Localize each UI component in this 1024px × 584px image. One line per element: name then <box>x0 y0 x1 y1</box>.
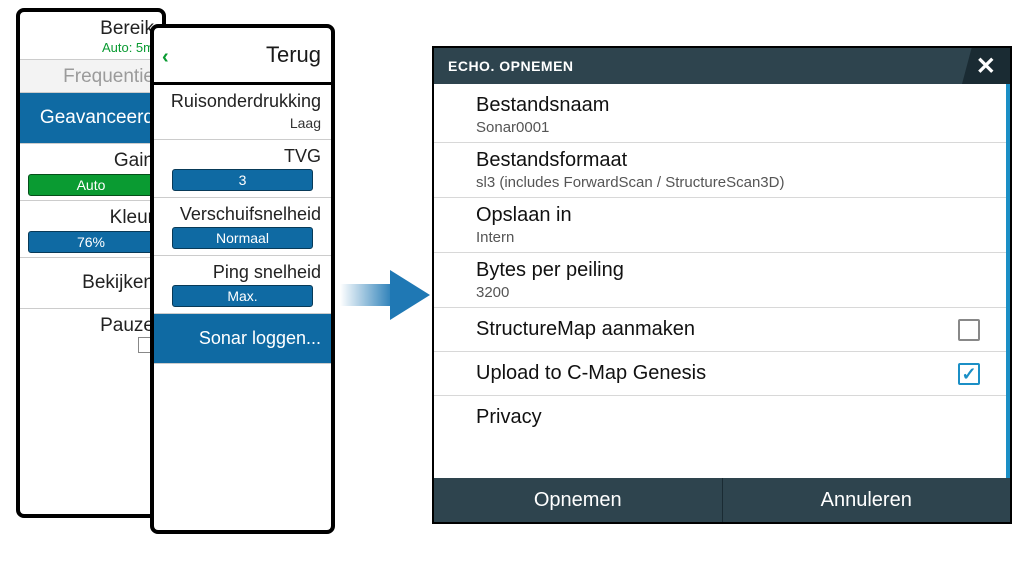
label: TVG <box>164 146 321 167</box>
submenu-tvg[interactable]: TVG 3 <box>154 140 331 198</box>
value: Sonar0001 <box>476 119 980 136</box>
record-button[interactable]: Opnemen <box>434 478 723 522</box>
close-button[interactable]: ✕ <box>962 48 1010 84</box>
checkbox-icon[interactable] <box>958 363 980 385</box>
label: Annuleren <box>821 489 912 512</box>
main-menu-panel: Bereik Auto: 5m Frequentie Geavanceerd G… <box>16 8 166 518</box>
checkbox-structuremap[interactable]: StructureMap aanmaken <box>434 308 1010 352</box>
label: Bestandsnaam <box>476 94 980 117</box>
kleur-value-pill: 76% <box>28 231 154 253</box>
checkbox-icon[interactable] <box>958 319 980 341</box>
label: Frequentie <box>63 66 154 87</box>
submenu-sonar-loggen[interactable]: Sonar loggen... <box>154 314 331 364</box>
label: Gain <box>114 150 154 171</box>
menu-item-pauze[interactable]: Pauze <box>20 309 162 363</box>
bereik-sub: Auto: 5m <box>28 40 154 55</box>
value: 3200 <box>476 284 980 301</box>
dialog-footer: Opnemen Annuleren <box>434 478 1010 522</box>
label: Upload to C-Map Genesis <box>476 362 706 385</box>
gain-value-pill: Auto <box>28 174 154 196</box>
field-bytes-per-peiling[interactable]: Bytes per peiling 3200 <box>434 253 1010 308</box>
label: Bekijken <box>82 272 154 293</box>
field-privacy[interactable]: Privacy <box>434 396 1010 439</box>
dialog-body: Bestandsnaam Sonar0001 Bestandsformaat s… <box>434 84 1010 478</box>
label: Opslaan in <box>476 204 980 227</box>
menu-item-geavanceerd[interactable]: Geavanceerd <box>20 93 162 144</box>
menu-item-gain[interactable]: Gain Auto <box>20 144 162 201</box>
label: Geavanceerd <box>40 107 154 128</box>
flow-arrow-icon <box>340 270 435 320</box>
submenu-verschuifsnelheid[interactable]: Verschuifsnelheid Normaal <box>154 198 331 256</box>
label: Verschuifsnelheid <box>164 204 321 225</box>
field-opslaan-in[interactable]: Opslaan in Intern <box>434 198 1010 253</box>
label: Opnemen <box>534 489 622 512</box>
label: Bytes per peiling <box>476 259 980 282</box>
menu-item-frequentie[interactable]: Frequentie <box>20 60 162 93</box>
field-bestandsnaam[interactable]: Bestandsnaam Sonar0001 <box>434 88 1010 143</box>
dialog-title: ECHO. OPNEMEN <box>448 58 574 74</box>
chevron-left-icon: ‹ <box>162 46 169 69</box>
advanced-submenu-panel: ‹ Terug Ruisonderdrukking Laag TVG 3 Ver… <box>150 24 335 534</box>
echo-record-dialog: ECHO. OPNEMEN ✕ Bestandsnaam Sonar0001 B… <box>432 46 1012 524</box>
checkbox-upload-cmap[interactable]: Upload to C-Map Genesis <box>434 352 1010 396</box>
back-label: Terug <box>266 42 321 67</box>
menu-item-bereik[interactable]: Bereik Auto: 5m <box>20 12 162 60</box>
label: Privacy <box>476 406 542 429</box>
cancel-button[interactable]: Annuleren <box>723 478 1011 522</box>
label: Ping snelheid <box>164 262 321 283</box>
label: Pauze <box>100 315 154 336</box>
label: Sonar loggen... <box>199 328 321 348</box>
label: Ruisonderdrukking <box>164 91 321 112</box>
menu-item-kleur[interactable]: Kleur 76% <box>20 201 162 258</box>
dialog-titlebar: ECHO. OPNEMEN ✕ <box>434 48 1010 84</box>
label: Kleur <box>110 207 154 228</box>
submenu-pingsnelheid[interactable]: Ping snelheid Max. <box>154 256 331 314</box>
label: Bestandsformaat <box>476 149 980 172</box>
ping-value-pill: Max. <box>172 285 313 307</box>
submenu-ruisonderdrukking[interactable]: Ruisonderdrukking Laag <box>154 85 331 140</box>
menu-item-bekijken[interactable]: Bekijken <box>20 258 162 309</box>
value: sl3 (includes ForwardScan / StructureSca… <box>476 174 980 191</box>
label: StructureMap aanmaken <box>476 318 695 341</box>
close-icon: ✕ <box>976 52 997 81</box>
tvg-value-pill: 3 <box>172 169 313 191</box>
scroll-value-pill: Normaal <box>172 227 313 249</box>
field-bestandsformaat[interactable]: Bestandsformaat sl3 (includes ForwardSca… <box>434 143 1010 198</box>
submenu-back-button[interactable]: ‹ Terug <box>154 28 331 85</box>
value: Laag <box>290 115 321 131</box>
label: Bereik <box>100 18 154 39</box>
value: Intern <box>476 229 980 246</box>
